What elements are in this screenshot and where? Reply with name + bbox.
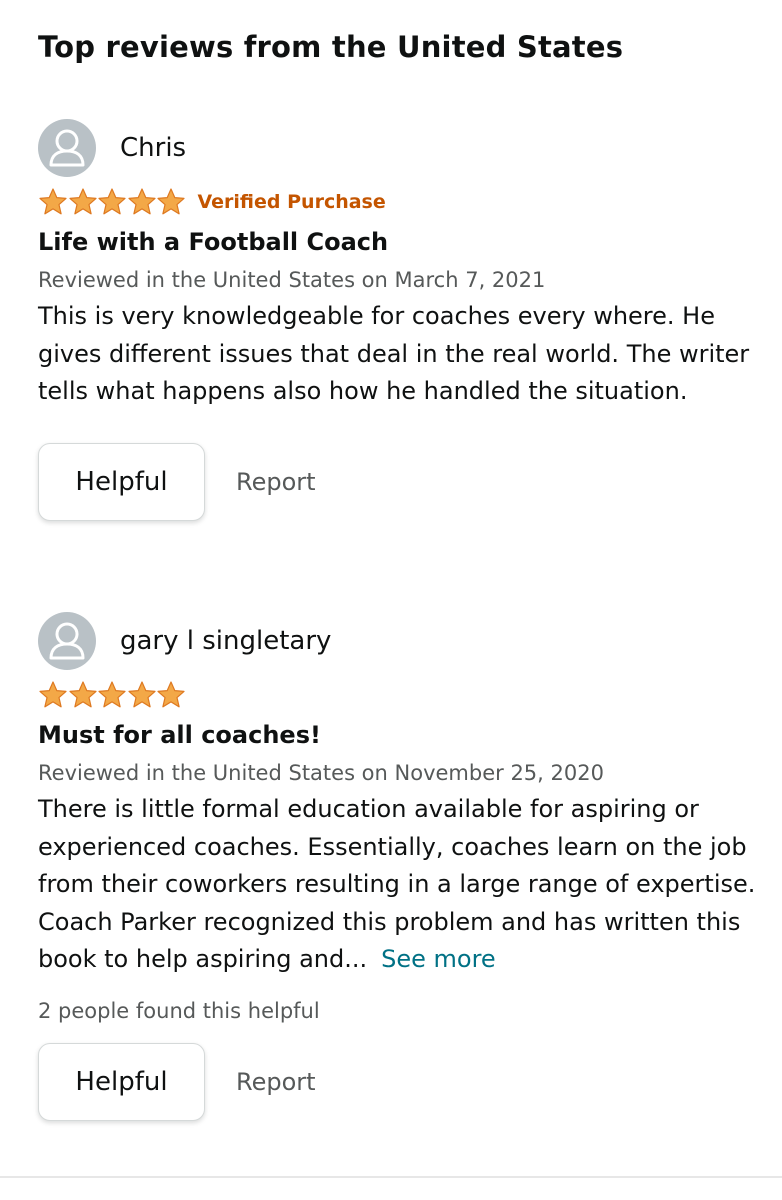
reviewer-profile[interactable]: gary l singletary — [38, 611, 758, 671]
star-filled-icon — [157, 681, 185, 708]
avatar-icon[interactable] — [38, 119, 96, 177]
review-body: This is very knowledgeable for coaches e… — [38, 302, 750, 405]
review-card: gary l singletary Must for all coaches! … — [38, 611, 758, 1121]
star-filled-icon — [68, 681, 97, 708]
star-filled-icon — [157, 188, 185, 215]
divider — [0, 1176, 782, 1178]
section-title: Top reviews from the United States — [38, 30, 624, 64]
reviews-page: Top reviews from the United States Chris… — [0, 0, 782, 1200]
rating-row: Verified Purchase — [38, 186, 758, 218]
helpful-button[interactable]: Helpful — [38, 442, 205, 521]
report-link[interactable]: Report — [236, 1068, 316, 1096]
verified-purchase-badge: Verified Purchase — [197, 191, 386, 213]
star-filled-icon — [98, 681, 126, 708]
reviewer-profile[interactable]: Chris — [38, 118, 758, 178]
review-actions: Helpful Report — [38, 442, 758, 521]
star-filled-icon — [39, 681, 67, 708]
reviewer-name[interactable]: gary l singletary — [120, 626, 331, 656]
report-link[interactable]: Report — [236, 468, 316, 496]
see-more-link[interactable]: See more — [381, 945, 496, 973]
avatar-icon[interactable] — [38, 612, 96, 670]
star-rating[interactable] — [38, 187, 186, 217]
helpful-count: 2 people found this helpful — [38, 998, 320, 1023]
star-filled-icon — [98, 188, 126, 215]
star-filled-icon — [39, 188, 67, 215]
star-rating[interactable] — [38, 680, 186, 710]
review-card: Chris Verified Purchase Life with a Foot… — [38, 118, 758, 521]
star-filled-icon — [68, 188, 97, 215]
review-date: Reviewed in the United States on Novembe… — [38, 761, 604, 785]
rating-row — [38, 679, 758, 711]
review-title[interactable]: Life with a Football Coach — [38, 228, 758, 256]
review-body: There is little formal education availab… — [38, 791, 758, 979]
review-date: Reviewed in the United States on March 7… — [38, 268, 546, 292]
star-filled-icon — [127, 188, 156, 215]
review-actions: Helpful Report — [38, 1042, 758, 1121]
helpful-button[interactable]: Helpful — [38, 1042, 205, 1121]
review-title[interactable]: Must for all coaches! — [38, 721, 758, 749]
reviewer-name[interactable]: Chris — [120, 133, 186, 163]
star-filled-icon — [127, 681, 156, 708]
